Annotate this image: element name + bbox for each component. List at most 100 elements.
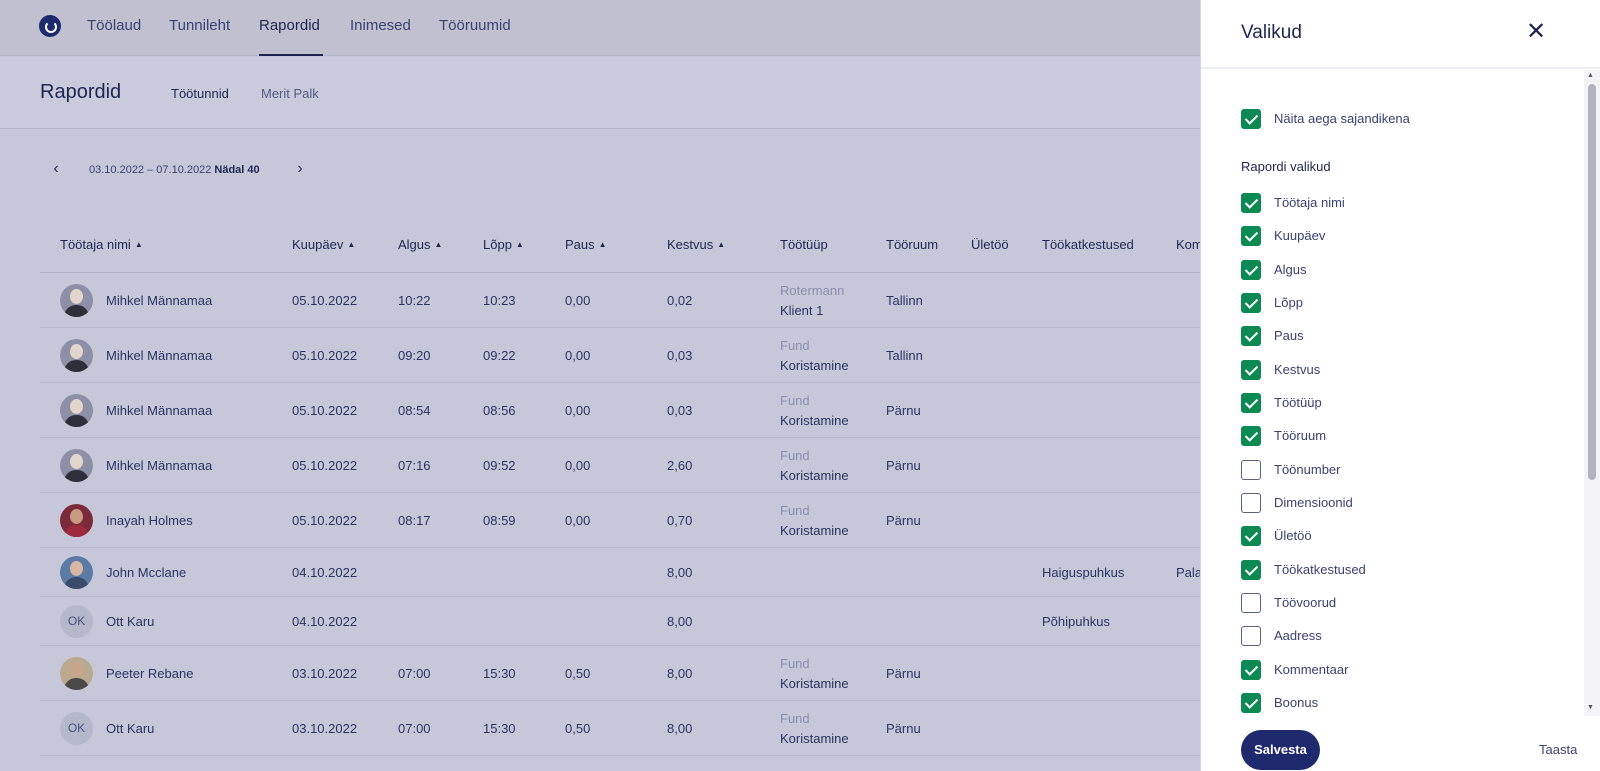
- start-cell: 08:17: [398, 513, 431, 528]
- avatar: [60, 394, 93, 427]
- avatar: OK: [60, 605, 93, 638]
- employee-name: Peeter Rebane: [106, 666, 194, 681]
- pause-cell: 0,50: [565, 721, 591, 736]
- checkbox[interactable]: [1241, 293, 1261, 313]
- work-type-project: Fund: [780, 656, 810, 671]
- checkbox[interactable]: [1241, 193, 1261, 213]
- work-type-project: Fund: [780, 448, 810, 463]
- checkbox[interactable]: [1241, 593, 1261, 613]
- panel-scrollbar[interactable]: ▲ ▼: [1584, 70, 1600, 716]
- checkbox[interactable]: [1241, 360, 1261, 380]
- option-label: Kuupäev: [1274, 228, 1326, 243]
- checkbox[interactable]: [1241, 526, 1261, 546]
- room-cell: Pärnu: [886, 721, 921, 736]
- pause-cell: 0,00: [565, 403, 591, 418]
- checkbox[interactable]: [1241, 426, 1261, 446]
- nav-item-tunnileht[interactable]: Tunnileht: [169, 17, 230, 34]
- checkbox[interactable]: [1241, 109, 1261, 129]
- column-header-duration[interactable]: Kestvus ▲: [667, 237, 725, 252]
- option-label: Dimensioonid: [1274, 495, 1353, 510]
- work-type-cell: Koristamine: [780, 676, 849, 691]
- sort-up-icon[interactable]: ▲: [599, 240, 607, 249]
- nav-item-toolaud[interactable]: Töölaud: [87, 17, 141, 34]
- sort-up-icon[interactable]: ▲: [435, 240, 443, 249]
- scroll-thumb[interactable]: [1588, 84, 1596, 480]
- table-row[interactable]: John Mcclane 04.10.2022 8,00 Haiguspuhku…: [40, 548, 1202, 597]
- duration-cell: 0,03: [667, 403, 693, 418]
- checkbox[interactable]: [1241, 326, 1261, 346]
- checkbox[interactable]: [1241, 693, 1261, 713]
- date-range: 03.10.2022 – 07.10.2022: [89, 164, 212, 176]
- logo-icon[interactable]: [39, 15, 61, 37]
- scroll-down-icon[interactable]: ▼: [1587, 704, 1594, 711]
- column-header-overtime[interactable]: Ületöö: [971, 237, 1009, 252]
- duration-cell: 0,02: [667, 293, 693, 308]
- checkbox[interactable]: [1241, 660, 1261, 680]
- checkbox[interactable]: [1241, 226, 1261, 246]
- subtab-tootunnid[interactable]: Töötunnid: [171, 86, 229, 101]
- pause-cell: 0,50: [565, 666, 591, 681]
- checkbox[interactable]: [1241, 493, 1261, 513]
- table-row[interactable]: Peeter Rebane 03.10.2022 07:00 15:30 0,5…: [40, 646, 1200, 701]
- option-label: Töötaja nimi: [1274, 195, 1345, 210]
- save-button[interactable]: Salvesta: [1241, 730, 1320, 770]
- table-row[interactable]: OK Ott Karu 03.10.2022 07:00 15:30 0,50 …: [40, 701, 1200, 756]
- checkbox[interactable]: [1241, 393, 1261, 413]
- table-row[interactable]: Mihkel Männamaa 05.10.2022 09:20 09:22 0…: [40, 328, 1200, 383]
- nav-item-inimesed[interactable]: Inimesed: [350, 17, 411, 34]
- work-type-cell: Koristamine: [780, 731, 849, 746]
- sort-up-icon[interactable]: ▲: [347, 240, 355, 249]
- table-row[interactable]: Mihkel Männamaa 05.10.2022 08:54 08:56 0…: [40, 383, 1200, 438]
- date-cell: 05.10.2022: [292, 513, 358, 528]
- table-row[interactable]: OK Ott Karu 04.10.2022 8,00 Põhipuhkus: [40, 597, 1200, 646]
- previous-week-icon[interactable]: ‹: [46, 160, 66, 178]
- end-cell: 08:59: [483, 513, 516, 528]
- room-cell: Tallinn: [886, 293, 923, 308]
- room-cell: Pärnu: [886, 403, 921, 418]
- panel-body: Näita aega sajandikena Rapordi valikud T…: [1201, 69, 1583, 716]
- column-header-start[interactable]: Algus ▲: [398, 237, 442, 252]
- close-icon[interactable]: ✕: [1521, 18, 1551, 48]
- avatar: OK: [60, 712, 93, 745]
- table-row[interactable]: Mihkel Männamaa 05.10.2022 07:16 09:52 0…: [40, 438, 1200, 493]
- page-title: Rapordid: [40, 81, 122, 103]
- employee-name: Mihkel Männamaa: [106, 293, 213, 308]
- column-header-date[interactable]: Kuupäev ▲: [292, 237, 355, 252]
- employee-name: Ott Karu: [106, 721, 155, 736]
- column-header-pause[interactable]: Paus ▲: [565, 237, 607, 252]
- work-type-project: Fund: [780, 503, 810, 518]
- sort-up-icon[interactable]: ▲: [717, 240, 725, 249]
- option-label: Tööruum: [1274, 428, 1327, 443]
- date-cell: 04.10.2022: [292, 565, 358, 580]
- duration-cell: 8,00: [667, 721, 693, 736]
- nav-item-rapordid[interactable]: Rapordid: [259, 17, 320, 34]
- scroll-up-icon[interactable]: ▲: [1587, 72, 1594, 79]
- option-label: Algus: [1274, 262, 1307, 277]
- checkbox[interactable]: [1241, 460, 1261, 480]
- avatar: [60, 504, 93, 537]
- checkbox[interactable]: [1241, 626, 1261, 646]
- sort-up-icon[interactable]: ▲: [135, 240, 143, 249]
- column-header-work-type[interactable]: Töötüüp: [780, 237, 828, 252]
- options-panel: Valikud ✕ Näita aega sajandikena Rapordi…: [1200, 0, 1600, 771]
- active-nav-indicator: [259, 54, 323, 56]
- checkbox[interactable]: [1241, 260, 1261, 280]
- table-row[interactable]: Inayah Holmes 05.10.2022 08:17 08:59 0,0…: [40, 493, 1200, 548]
- work-type-project: Fund: [780, 338, 810, 353]
- subtab-merit-palk[interactable]: Merit Palk: [261, 86, 319, 101]
- work-type-project: Rotermann: [780, 283, 845, 298]
- work-type-cell: Koristamine: [780, 523, 849, 538]
- week-label: Nädal 40: [214, 164, 260, 176]
- column-header-name[interactable]: Töötaja nimi ▲: [60, 237, 143, 252]
- nav-item-tooruumid[interactable]: Tööruumid: [439, 17, 511, 34]
- next-week-icon[interactable]: ›: [290, 160, 310, 178]
- column-header-comment[interactable]: Kom: [1176, 237, 1203, 252]
- sort-up-icon[interactable]: ▲: [516, 240, 524, 249]
- table-row[interactable]: Mihkel Männamaa 05.10.2022 10:22 10:23 0…: [40, 273, 1200, 328]
- checkbox[interactable]: [1241, 560, 1261, 580]
- reset-button[interactable]: Taasta: [1539, 742, 1577, 757]
- column-header-end[interactable]: Lõpp ▲: [483, 237, 524, 252]
- option-label: Lõpp: [1274, 295, 1303, 310]
- column-header-interruptions[interactable]: Töökatkestused: [1042, 237, 1134, 252]
- column-header-work-room[interactable]: Tööruum: [886, 237, 938, 252]
